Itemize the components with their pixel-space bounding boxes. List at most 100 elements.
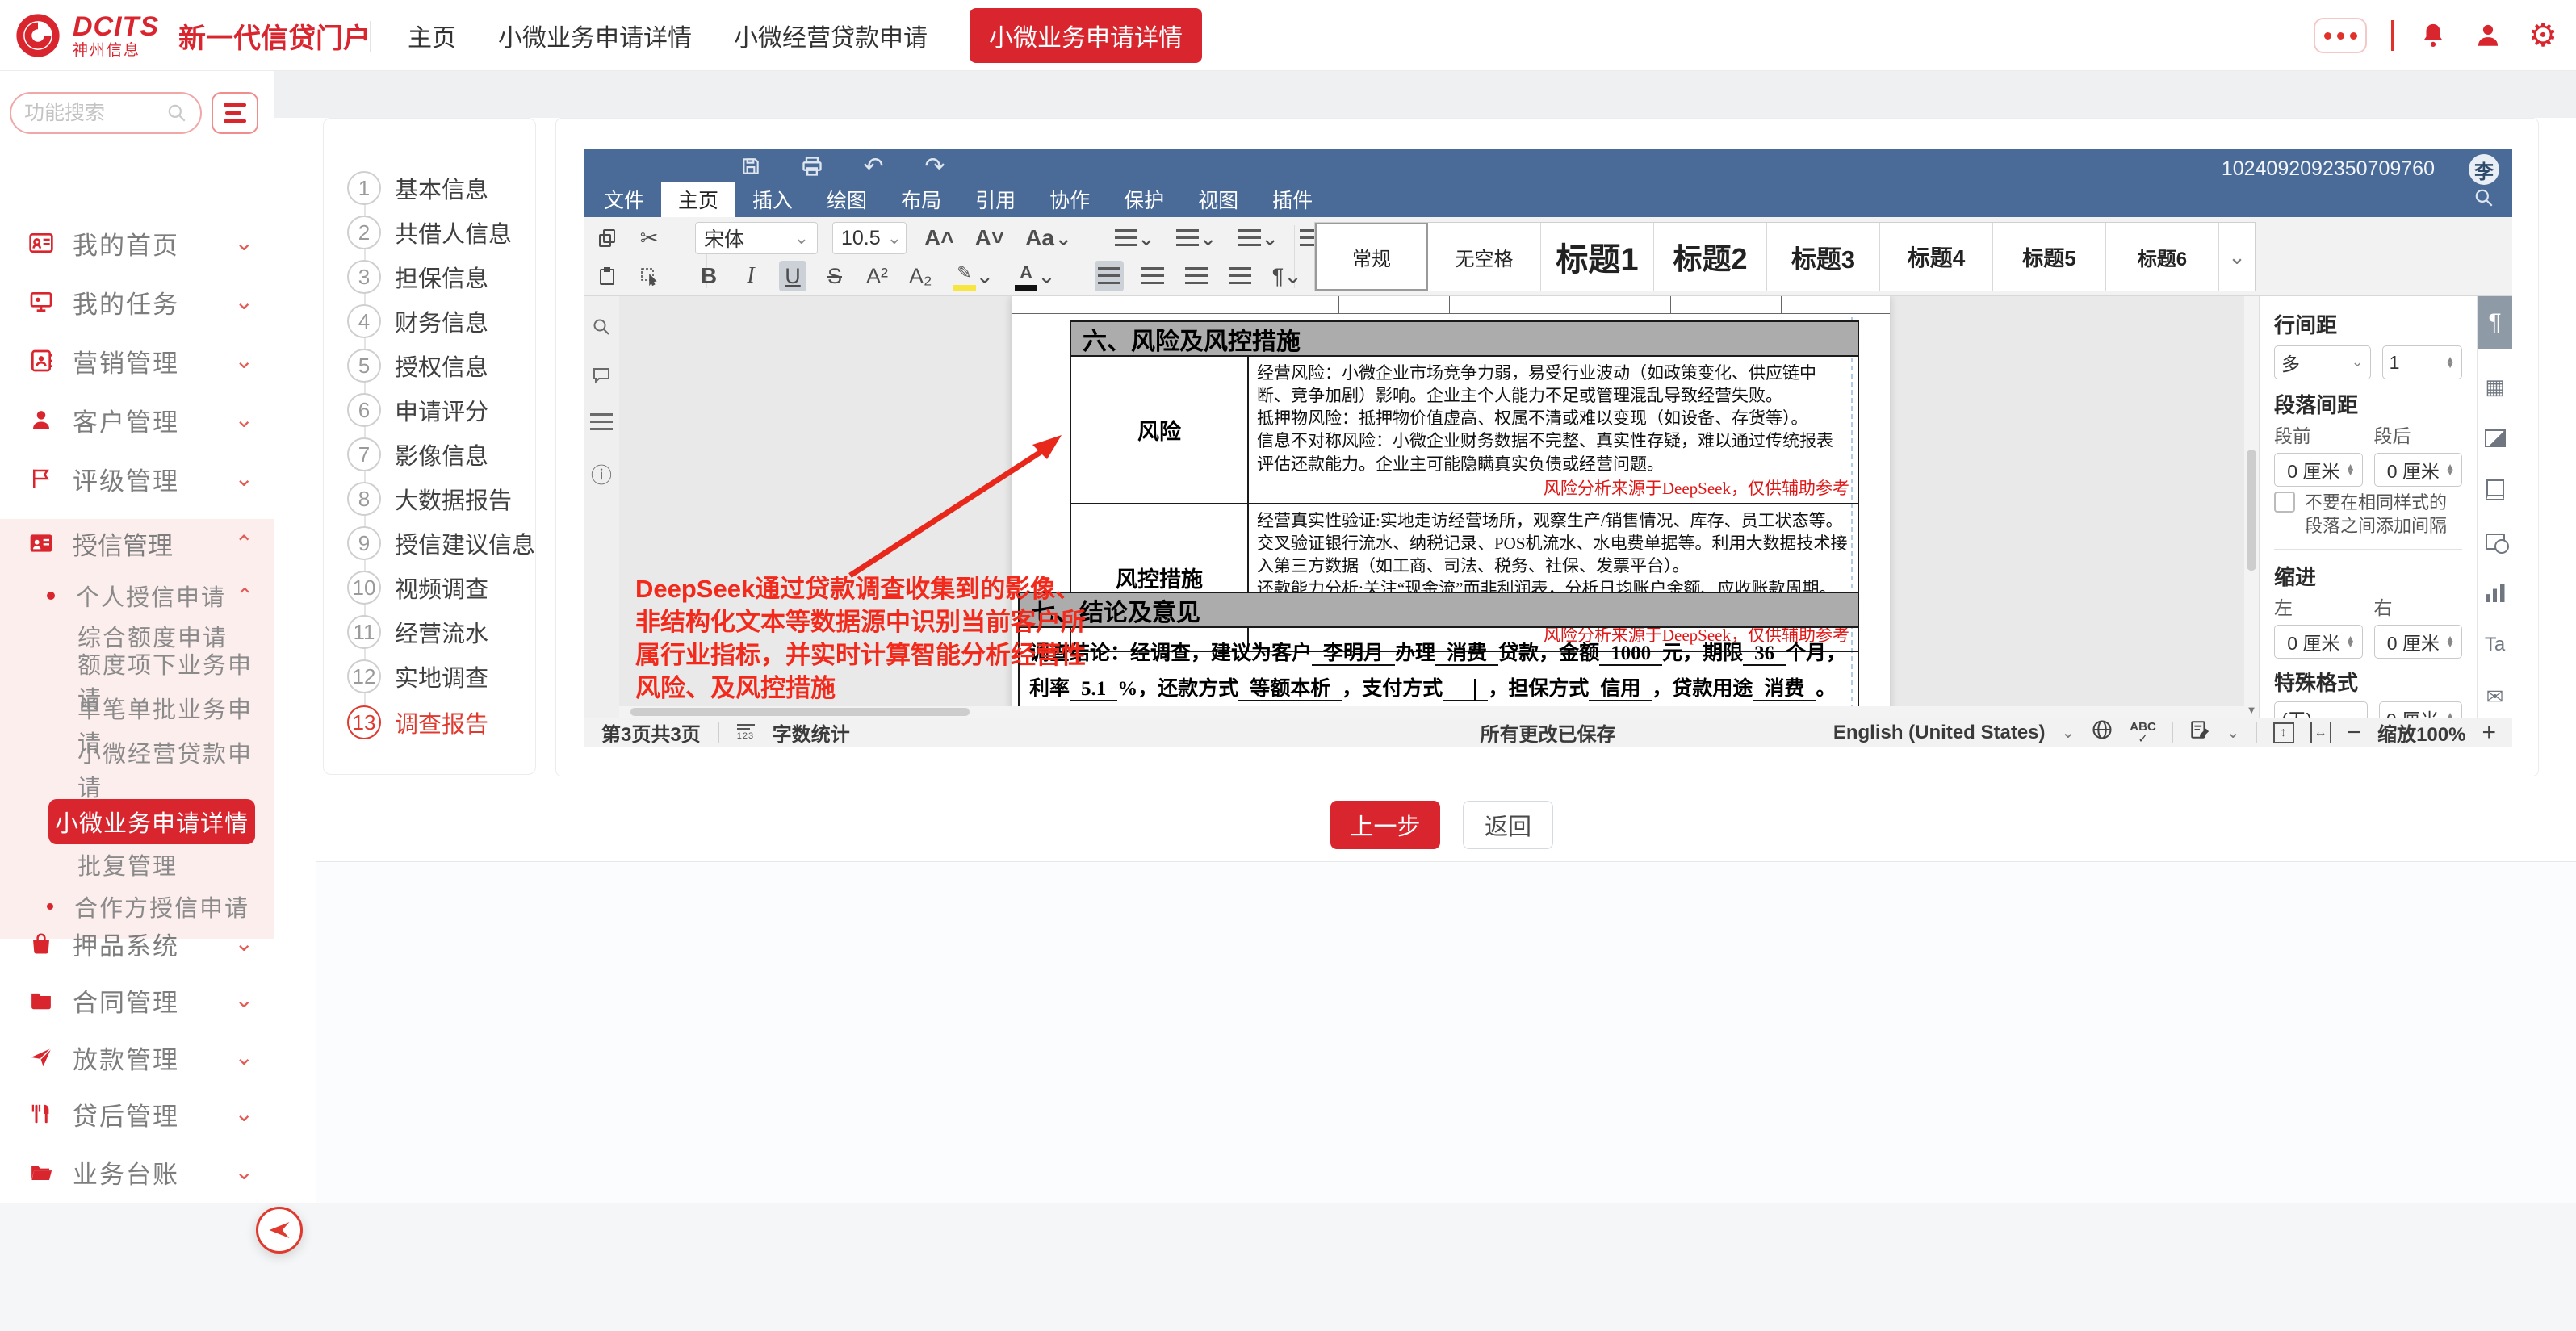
- sidebar-item-disbursement[interactable]: 放款管理 ⌄: [0, 1033, 274, 1082]
- track-changes-icon[interactable]: [2189, 719, 2210, 746]
- bold-button[interactable]: B: [695, 261, 723, 291]
- bullet-list-icon[interactable]: ⌄: [1112, 223, 1159, 253]
- step-video-survey[interactable]: 10视频调查: [324, 570, 537, 605]
- sidebar-item-my-home[interactable]: 我的首页 ⌄: [0, 219, 274, 267]
- sidebar-item-marketing[interactable]: 营销管理 ⌄: [0, 337, 274, 385]
- numbered-list-icon[interactable]: ⌄: [1173, 223, 1221, 253]
- globe-icon[interactable]: [2091, 718, 2113, 747]
- save-icon[interactable]: [737, 154, 764, 178]
- align-right-button[interactable]: [1182, 261, 1211, 291]
- sidebar-item-micro-loan-apply[interactable]: 小微经营贷款申请: [77, 748, 274, 790]
- navigation-outline-icon[interactable]: [584, 406, 619, 438]
- multilevel-list-icon[interactable]: ⌄: [1235, 223, 1283, 253]
- copy-icon[interactable]: [593, 223, 621, 253]
- settings-gear-icon[interactable]: ⚙: [2528, 20, 2558, 51]
- editor-search-icon[interactable]: [2473, 187, 2494, 212]
- step-bigdata-report[interactable]: 8大数据报告: [324, 481, 537, 517]
- language-selector[interactable]: English (United States): [1833, 722, 2046, 744]
- document-page[interactable]: 六、风险及风控措施 风险 经营风险：小微企业市场竞争力弱，易受行业波动（如政策变…: [1012, 296, 1890, 718]
- paragraph-panel-tab[interactable]: ¶: [2478, 296, 2512, 349]
- grow-font-icon[interactable]: A˄: [921, 223, 957, 253]
- step-survey-report-active[interactable]: 13调查报告: [324, 705, 537, 740]
- style-heading4[interactable]: 标题4: [1880, 223, 1993, 291]
- align-center-button[interactable]: [1138, 261, 1167, 291]
- menu-tab-draw[interactable]: 绘图: [810, 182, 884, 217]
- highlight-color-button[interactable]: ✎⌄: [950, 261, 998, 291]
- more-apps-button[interactable]: [2314, 18, 2367, 53]
- redo-icon[interactable]: ↷: [921, 154, 949, 178]
- sidebar-item-post-loan[interactable]: 贷后管理 ⌄: [0, 1090, 274, 1138]
- strikethrough-button[interactable]: S: [821, 261, 848, 291]
- style-heading3[interactable]: 标题3: [1767, 223, 1880, 291]
- horizontal-scrollbar[interactable]: [619, 706, 2244, 718]
- indent-left-input[interactable]: 0 厘米▲▼: [2274, 625, 2363, 659]
- mail-merge-icon[interactable]: ✉: [2478, 676, 2512, 718]
- sidebar-item-micro-biz-detail-active[interactable]: 小微业务申请详情: [48, 799, 255, 844]
- underline-button[interactable]: U: [779, 261, 806, 291]
- header-footer-icon[interactable]: [2478, 469, 2512, 511]
- top-tab-home[interactable]: 主页: [408, 18, 456, 53]
- sidebar-item-my-tasks[interactable]: 我的任务 ⌄: [0, 278, 274, 326]
- indent-right-input[interactable]: 0 厘米▲▼: [2374, 625, 2463, 659]
- step-coborrower[interactable]: 2共借人信息: [324, 215, 537, 250]
- quick-launch-button[interactable]: [256, 1207, 303, 1254]
- editor-user-avatar[interactable]: 李: [2469, 154, 2499, 185]
- space-after-input[interactable]: 0 厘米▲▼: [2374, 453, 2463, 487]
- zoom-in-button[interactable]: +: [2482, 719, 2496, 747]
- change-case-icon[interactable]: Aa⌄: [1022, 223, 1075, 253]
- menu-tab-plugins[interactable]: 插件: [1255, 182, 1330, 217]
- image-settings-icon[interactable]: [2478, 417, 2512, 459]
- font-name-select[interactable]: 宋体⌄: [695, 222, 818, 254]
- font-size-select[interactable]: 10.5⌄: [832, 222, 907, 254]
- font-color-button[interactable]: A⌄: [1012, 261, 1059, 291]
- step-guarantee[interactable]: 3担保信息: [324, 259, 537, 295]
- menu-tab-file[interactable]: 文件: [587, 182, 661, 217]
- sidebar-item-personal-credit[interactable]: 个人授信申请 ⌃: [0, 573, 274, 618]
- menu-tab-insert[interactable]: 插入: [735, 182, 810, 217]
- vertical-scrollbar[interactable]: ▼: [2244, 296, 2259, 718]
- italic-button[interactable]: I: [737, 261, 764, 291]
- word-count-label[interactable]: 字数统计: [773, 718, 850, 747]
- special-format-select[interactable]: (无)⌄: [2274, 701, 2368, 718]
- fit-page-icon[interactable]: ↕: [2273, 722, 2294, 743]
- shrink-font-icon[interactable]: A˅: [972, 223, 1008, 253]
- style-heading1[interactable]: 标题1: [1541, 223, 1654, 291]
- space-before-input[interactable]: 0 厘米▲▼: [2274, 453, 2363, 487]
- search-input[interactable]: [24, 102, 160, 125]
- step-imaging[interactable]: 7影像信息: [324, 437, 537, 472]
- sidebar-item-biz-ledger[interactable]: 业务台账 ⌄: [0, 1148, 274, 1196]
- menu-tab-protection[interactable]: 保护: [1107, 182, 1181, 217]
- step-scoring[interactable]: 6申请评分: [324, 392, 537, 428]
- line-spacing-select[interactable]: 多⌄: [2274, 345, 2371, 379]
- page-indicator[interactable]: 第3页共3页: [601, 718, 701, 747]
- step-authorization[interactable]: 5授权信息: [324, 348, 537, 383]
- sidebar-item-customers[interactable]: 客户管理 ⌄: [0, 396, 274, 444]
- previous-step-button[interactable]: 上一步: [1330, 801, 1440, 849]
- notification-bell-icon[interactable]: [2418, 20, 2448, 51]
- superscript-button[interactable]: A²: [863, 261, 891, 291]
- step-finance[interactable]: 4财务信息: [324, 303, 537, 339]
- style-normal[interactable]: 常规: [1315, 223, 1428, 291]
- sidebar-item-contracts[interactable]: 合同管理 ⌄: [0, 976, 274, 1024]
- menu-tab-home[interactable]: 主页: [661, 182, 735, 217]
- top-tab-micro-detail-active[interactable]: 小微业务申请详情: [970, 8, 1202, 63]
- zoom-out-button[interactable]: −: [2348, 719, 2362, 747]
- top-tab-micro-detail[interactable]: 小微业务申请详情: [498, 18, 692, 53]
- menu-tab-layout[interactable]: 布局: [884, 182, 958, 217]
- step-basic-info[interactable]: 1基本信息: [324, 170, 537, 206]
- same-style-checkbox[interactable]: 不要在相同样式的段落之间添加间隔: [2274, 492, 2462, 538]
- fit-width-icon[interactable]: ↔: [2310, 722, 2331, 743]
- chart-settings-icon[interactable]: [2478, 572, 2512, 614]
- special-format-amount[interactable]: 0 厘米▲▼: [2379, 701, 2462, 718]
- text-art-icon[interactable]: Ta: [2478, 624, 2512, 666]
- step-credit-suggestion[interactable]: 9授信建议信息: [324, 525, 537, 561]
- style-heading5[interactable]: 标题5: [1993, 223, 2106, 291]
- spellcheck-icon[interactable]: ABC✓: [2130, 721, 2156, 745]
- sidebar-item-collateral[interactable]: 押品系统 ⌄: [0, 919, 274, 968]
- return-button[interactable]: 返回: [1463, 801, 1553, 849]
- style-heading2[interactable]: 标题2: [1654, 223, 1767, 291]
- cut-icon[interactable]: ✂: [635, 223, 663, 253]
- select-tool-icon[interactable]: [635, 261, 663, 291]
- step-field-survey[interactable]: 12实地调查: [324, 659, 537, 694]
- sidebar-search[interactable]: [10, 92, 202, 134]
